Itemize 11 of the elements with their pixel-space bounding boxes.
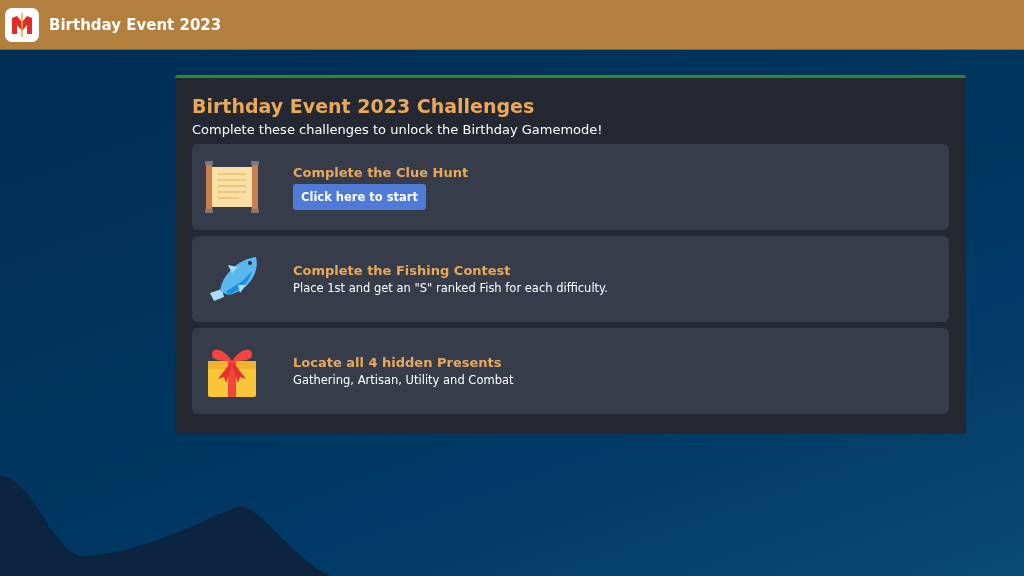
challenge-title: Complete the Clue Hunt bbox=[293, 164, 469, 180]
panel-subtitle: Complete these challenges to unlock the Birthday Gamemode! bbox=[192, 122, 604, 137]
app-title: Birthday Event 2023 bbox=[49, 15, 222, 34]
start-button[interactable]: Click here to start bbox=[293, 183, 426, 210]
scroll-icon bbox=[204, 159, 260, 215]
challenge-description: Gathering, Artisan, Utility and Combat bbox=[293, 373, 514, 387]
challenge-title: Locate all 4 hidden Presents bbox=[293, 355, 503, 370]
challenge-description: Place 1st and get an "S" ranked Fish for each difficulty. bbox=[293, 281, 608, 295]
challenge-title: Complete the Fishing Contest bbox=[293, 263, 512, 278]
logo-icon bbox=[5, 7, 39, 42]
panel-title: Birthday Event 2023 Challenges bbox=[192, 95, 536, 117]
